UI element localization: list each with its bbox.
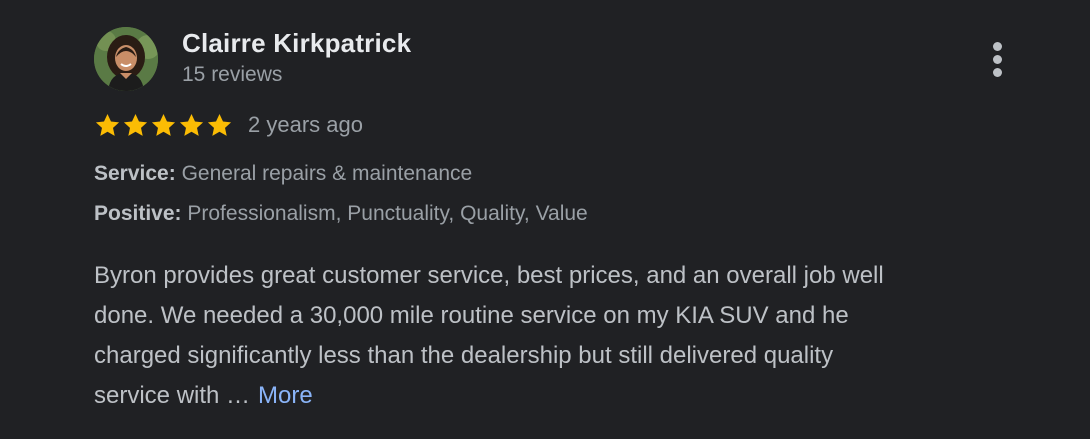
positive-value: Professionalism, Punctuality, Quality, V…: [187, 202, 588, 225]
profile-photo: [94, 27, 158, 91]
service-label: Service:: [94, 162, 176, 185]
service-line: Service: General repairs & maintenance: [94, 162, 472, 186]
positive-label: Positive:: [94, 202, 182, 225]
review-text-line-end: service with …: [94, 382, 251, 409]
star-icon: [179, 113, 204, 136]
rating-row: 2 years ago: [94, 110, 363, 140]
star-icon: [151, 113, 176, 136]
star-icon: [123, 113, 148, 136]
review-text-line: charged significantly less than the deal…: [94, 342, 834, 369]
author-review-count[interactable]: 15 reviews: [182, 63, 282, 87]
review-date: 2 years ago: [248, 112, 363, 137]
author-name[interactable]: Clairre Kirkpatrick: [182, 28, 411, 59]
review-text-line: Byron provides great customer service, b…: [94, 262, 884, 289]
review-body: Byron provides great customer service, b…: [94, 256, 1034, 416]
more-link[interactable]: More: [258, 382, 313, 409]
star-rating: [94, 112, 233, 139]
review-card: Clairre Kirkpatrick 15 reviews 2 years a…: [0, 0, 1090, 439]
review-text-line: done. We needed a 30,000 mile routine se…: [94, 302, 849, 329]
star-icon: [95, 113, 120, 136]
positive-line: Positive: Professionalism, Punctuality, …: [94, 202, 588, 226]
star-icon: [207, 113, 232, 136]
service-value: General repairs & maintenance: [181, 162, 473, 185]
review-text-line: service with … More: [94, 376, 1034, 416]
more-vert-icon[interactable]: [982, 40, 1014, 80]
author-avatar[interactable]: [94, 27, 158, 91]
